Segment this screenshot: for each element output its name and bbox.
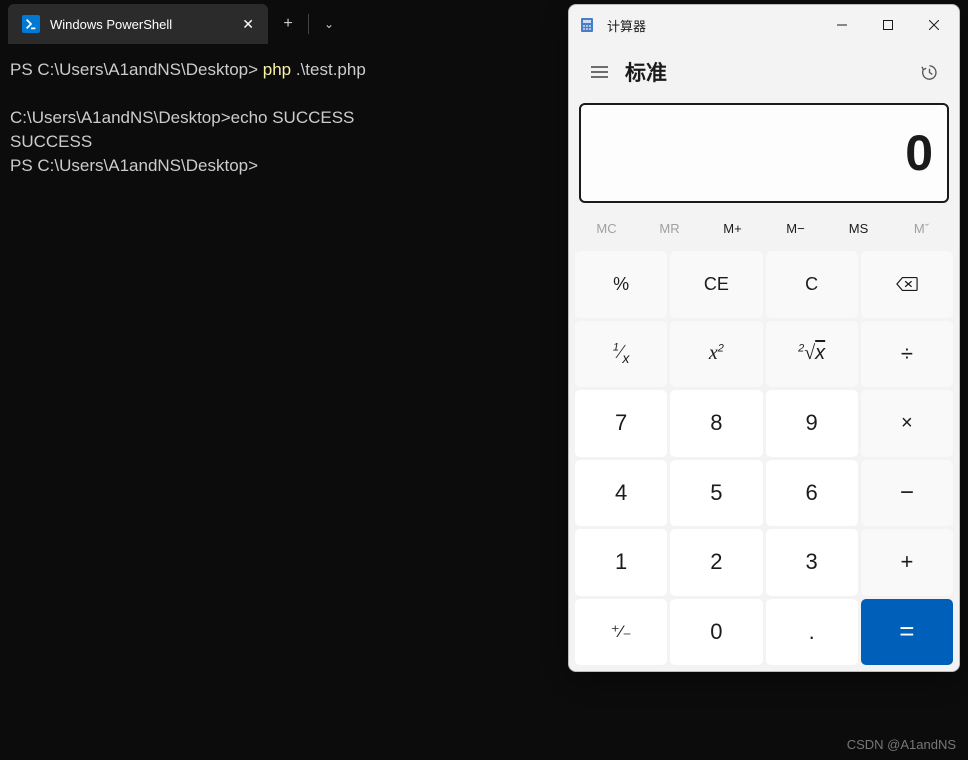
prompt-line: PS C:\Users\A1andNS\Desktop> php .\test.…: [10, 60, 366, 79]
sqrt-key[interactable]: 2√x: [766, 321, 858, 388]
multiply-key[interactable]: ×: [861, 390, 953, 457]
terminal-tab[interactable]: Windows PowerShell ✕: [8, 4, 268, 44]
key-8[interactable]: 8: [670, 390, 762, 457]
decimal-key[interactable]: .: [766, 599, 858, 666]
mc-button[interactable]: MC: [575, 209, 638, 247]
plus-minus-key[interactable]: ⁺⁄₋: [575, 599, 667, 666]
output-line: SUCCESS: [10, 132, 92, 151]
calc-titlebar[interactable]: 计算器: [569, 5, 959, 45]
history-icon[interactable]: [909, 52, 949, 92]
key-9[interactable]: 9: [766, 390, 858, 457]
add-key[interactable]: +: [861, 529, 953, 596]
calc-header: 标准: [569, 45, 959, 99]
backspace-key[interactable]: [861, 251, 953, 318]
calculator-window: 计算器 标准 0 MC MR M+ M− MS Mˇ % CE C 1∕x x2…: [568, 4, 960, 672]
memory-row: MC MR M+ M− MS Mˇ: [569, 209, 959, 247]
close-button[interactable]: [911, 9, 957, 41]
calc-keypad: % CE C 1∕x x2 2√x ÷ 7 8 9 × 4 5 6 − 1 2 …: [569, 247, 959, 671]
ms-button[interactable]: MS: [827, 209, 890, 247]
subtract-key[interactable]: −: [861, 460, 953, 527]
key-5[interactable]: 5: [670, 460, 762, 527]
reciprocal-key[interactable]: 1∕x: [575, 321, 667, 388]
tab-title: Windows PowerShell: [50, 17, 232, 32]
calc-title: 计算器: [607, 16, 646, 35]
key-4[interactable]: 4: [575, 460, 667, 527]
mv-button[interactable]: Mˇ: [890, 209, 953, 247]
key-6[interactable]: 6: [766, 460, 858, 527]
equals-key[interactable]: =: [861, 599, 953, 666]
percent-key[interactable]: %: [575, 251, 667, 318]
key-3[interactable]: 3: [766, 529, 858, 596]
key-1[interactable]: 1: [575, 529, 667, 596]
close-tab-icon[interactable]: ✕: [242, 16, 254, 33]
key-7[interactable]: 7: [575, 390, 667, 457]
calc-display: 0: [579, 103, 949, 203]
divide-key[interactable]: ÷: [861, 321, 953, 388]
prompt-line: PS C:\Users\A1andNS\Desktop>: [10, 156, 263, 175]
maximize-button[interactable]: [865, 9, 911, 41]
minimize-button[interactable]: [819, 9, 865, 41]
output-line: C:\Users\A1andNS\Desktop>echo SUCCESS: [10, 108, 354, 127]
mr-button[interactable]: MR: [638, 209, 701, 247]
mplus-button[interactable]: M+: [701, 209, 764, 247]
tab-dropdown-icon[interactable]: ⌄: [309, 17, 349, 31]
watermark: CSDN @A1andNS: [847, 737, 956, 752]
key-0[interactable]: 0: [670, 599, 762, 666]
powershell-icon: [22, 15, 40, 33]
ce-key[interactable]: CE: [670, 251, 762, 318]
calculator-icon: [579, 17, 595, 33]
mode-label: 标准: [625, 57, 667, 87]
hamburger-icon[interactable]: [579, 52, 619, 92]
c-key[interactable]: C: [766, 251, 858, 318]
square-key[interactable]: x2: [670, 321, 762, 388]
key-2[interactable]: 2: [670, 529, 762, 596]
mminus-button[interactable]: M−: [764, 209, 827, 247]
new-tab-button[interactable]: +: [268, 15, 308, 33]
